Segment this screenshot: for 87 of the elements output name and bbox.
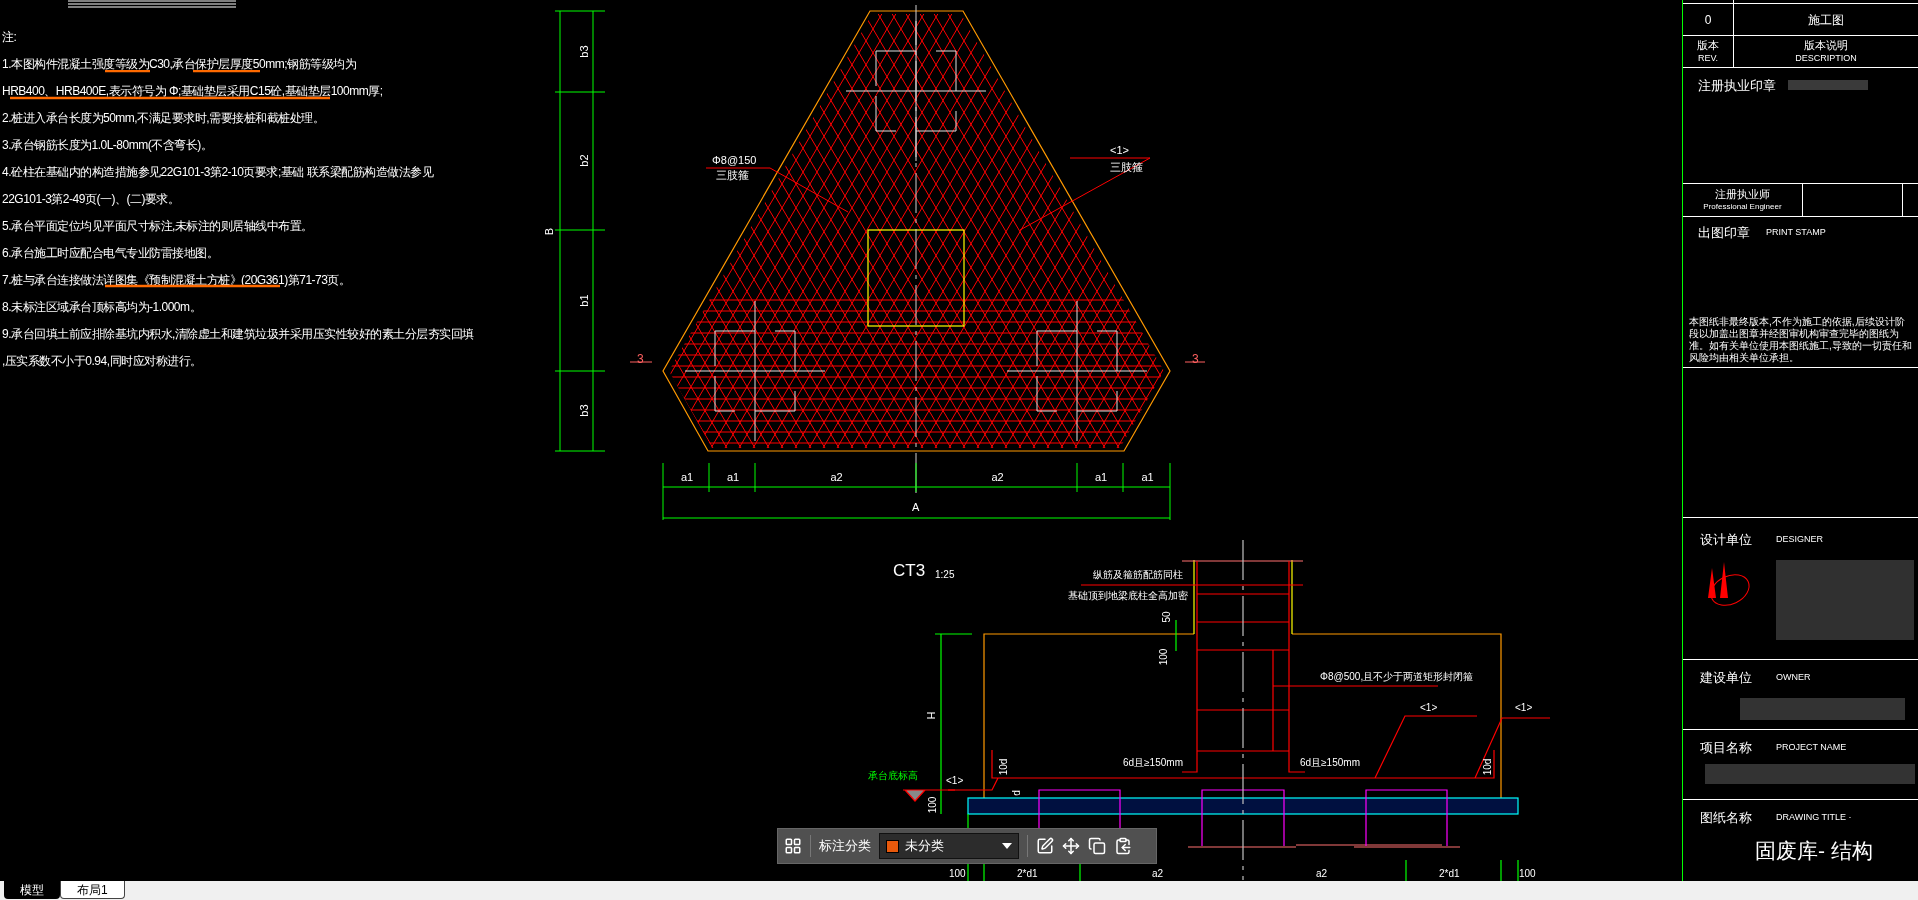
note-line: 3.承台钢筋长度为1.0L-80mm(不含弯长)。 <box>2 137 214 154</box>
rebar-mark: <1> <box>1515 703 1533 713</box>
designer-label-en: DESIGNER <box>1776 533 1823 546</box>
drawing-name-label: 图纸名称 <box>1700 809 1752 827</box>
disclaimer-text: 本图纸非最终版本,不作为施工的依据,后续设计阶段以加盖出图章并经图审机构审查完毕的图纸为准。如有关单位使用本图纸施工,导致的一切责任和风险均由相关单位承担。 <box>1689 316 1912 364</box>
copy-icon[interactable] <box>1088 837 1106 855</box>
revision-value: 0 <box>1704 11 1712 29</box>
anchor-note: 6d且≥150mm <box>1123 758 1183 768</box>
dimension-label: A <box>912 502 920 513</box>
dimension-label: 10d <box>999 758 1010 776</box>
description-label: 版本说明 <box>1804 39 1848 53</box>
dimension-label: a1 <box>681 472 694 483</box>
category-dropdown[interactable]: 未分类 <box>879 833 1019 859</box>
note-line: 9.承台回填土前应排除基坑内积水,清除虚土和建筑垃圾并采用压实性较好的素土分层夯实回填 <box>2 326 474 343</box>
owner-label-en: OWNER <box>1776 671 1811 684</box>
engineer-label: 注册执业师 <box>1715 188 1770 202</box>
project-label-en: PROJECT NAME <box>1776 741 1847 754</box>
dimension-label: a1 <box>727 472 740 483</box>
edit-icon[interactable] <box>1036 837 1054 855</box>
dimension-label: 100 <box>1519 869 1536 879</box>
dimension-label: a1 <box>1141 472 1154 483</box>
move-icon[interactable] <box>1062 837 1080 855</box>
dimension-label: 10d <box>1483 758 1494 776</box>
description-label-en: DESCRIPTION <box>1795 52 1857 64</box>
dimension-label: 100 <box>1159 648 1170 666</box>
leader-label: 三肢箍 <box>1110 162 1143 173</box>
layout-tab[interactable]: 布局1 <box>60 881 125 899</box>
dimension-label: 2*d1 <box>1017 869 1038 879</box>
revision-label-en: REV. <box>1697 52 1719 64</box>
dimension-label: d <box>1011 790 1022 796</box>
column-note: 纵筋及箍筋配筋同柱 <box>1093 570 1183 580</box>
dimension-label: b1 <box>578 293 590 307</box>
color-swatch <box>886 839 899 853</box>
revision-label: 版本 <box>1697 39 1719 53</box>
dimension-label: 50 <box>1161 611 1172 623</box>
column-note: 基础顶到地梁底柱全高加密 <box>1068 591 1188 601</box>
note-line: 2.桩进入承台长度为50mm,不满足要求时,需要接桩和截桩处理。 <box>2 110 325 127</box>
dimension-label: a1 <box>1095 472 1108 483</box>
note-line: ,压实系数不小于0.94,同时应对称进行。 <box>2 353 203 370</box>
paste-icon[interactable] <box>1114 837 1132 855</box>
note-line: 22G101-3第2-49页(一)、(二)要求。 <box>2 191 181 208</box>
dimension-label: 2*d1 <box>1439 869 1460 879</box>
section-mark: 3 <box>637 353 644 365</box>
dimension-label: a2 <box>830 472 843 483</box>
owner-label: 建设单位 <box>1700 669 1752 687</box>
note-line: 6.承台施工时应配合电气专业防雷接地图。 <box>2 245 219 262</box>
note-line: 8.未标注区域承台顶标高均为-1.000m。 <box>2 299 203 316</box>
seal-label: 注册执业印章 <box>1698 77 1776 95</box>
designer-label: 设计单位 <box>1700 531 1752 549</box>
note-line: 4.砼柱在基础内的构造措施参见22G101-3第2-10页要求;基础 联系梁配筋构造做法参见 <box>2 164 435 181</box>
layout-tab[interactable]: 模型 <box>4 881 60 899</box>
grid-icon[interactable] <box>784 837 802 855</box>
stamp-label: 出图印章 <box>1698 224 1750 242</box>
section-scale: 1:25 <box>935 570 955 580</box>
rebar-mark: <1> <box>1420 703 1438 713</box>
toolbar-label: 标注分类 <box>819 837 871 856</box>
project-label: 项目名称 <box>1700 739 1752 757</box>
dimension-label: b3 <box>578 404 590 417</box>
caret-icon <box>1002 843 1012 849</box>
leader-label: 三肢箍 <box>716 170 749 181</box>
dimension-label: H <box>926 711 938 720</box>
notes-title: 注: <box>2 29 18 46</box>
leader-label: <1> <box>1110 145 1129 156</box>
revision-description: 施工图 <box>1808 11 1844 29</box>
stamp-label-en: PRINT STAMP <box>1766 226 1826 239</box>
anchor-note: 6d且≥150mm <box>1300 758 1360 768</box>
dimension-label: a2 <box>991 472 1004 483</box>
section-title: CT3 <box>893 562 926 579</box>
note-line: 7.桩与承台连接做法详图集《预制混凝土方桩》(20G361)第71-73页。 <box>2 272 352 289</box>
note-line: HRB400、HRB400E,表示符号为 Φ;基础垫层采用C15砼,基础垫层100mm厚; <box>2 83 384 100</box>
engineer-label-en: Professional Engineer <box>1703 201 1782 212</box>
dimension-label: a2 <box>1152 869 1164 879</box>
note-line: 1.本图构件混凝土强度等级为C30,承台保护层厚度50mm;钢筋等级均为 <box>2 56 358 73</box>
drawing-name-label-en: DRAWING TITLE · <box>1776 811 1852 824</box>
dimension-label: 100 <box>949 869 966 879</box>
rebar-mark: <1> <box>946 776 964 786</box>
dimension-label: b2 <box>578 154 590 167</box>
drawing-title: 固废库- 结构 <box>1754 839 1873 861</box>
stirrup-note: Φ8@500,且不少于两道矩形封闭箍 <box>1320 672 1474 682</box>
section-mark: 3 <box>1192 353 1199 365</box>
dimension-label: 100 <box>928 796 939 814</box>
note-line: 5.承台平面定位均见平面尺寸标注,未标注的则居轴线中布置。 <box>2 218 314 235</box>
dimension-label: b3 <box>578 44 590 58</box>
dimension-label: B <box>544 227 556 236</box>
leader-label: Φ8@150 <box>712 155 757 166</box>
level-label: 承台底标高 <box>868 771 918 781</box>
dimension-label: a2 <box>1316 869 1328 879</box>
